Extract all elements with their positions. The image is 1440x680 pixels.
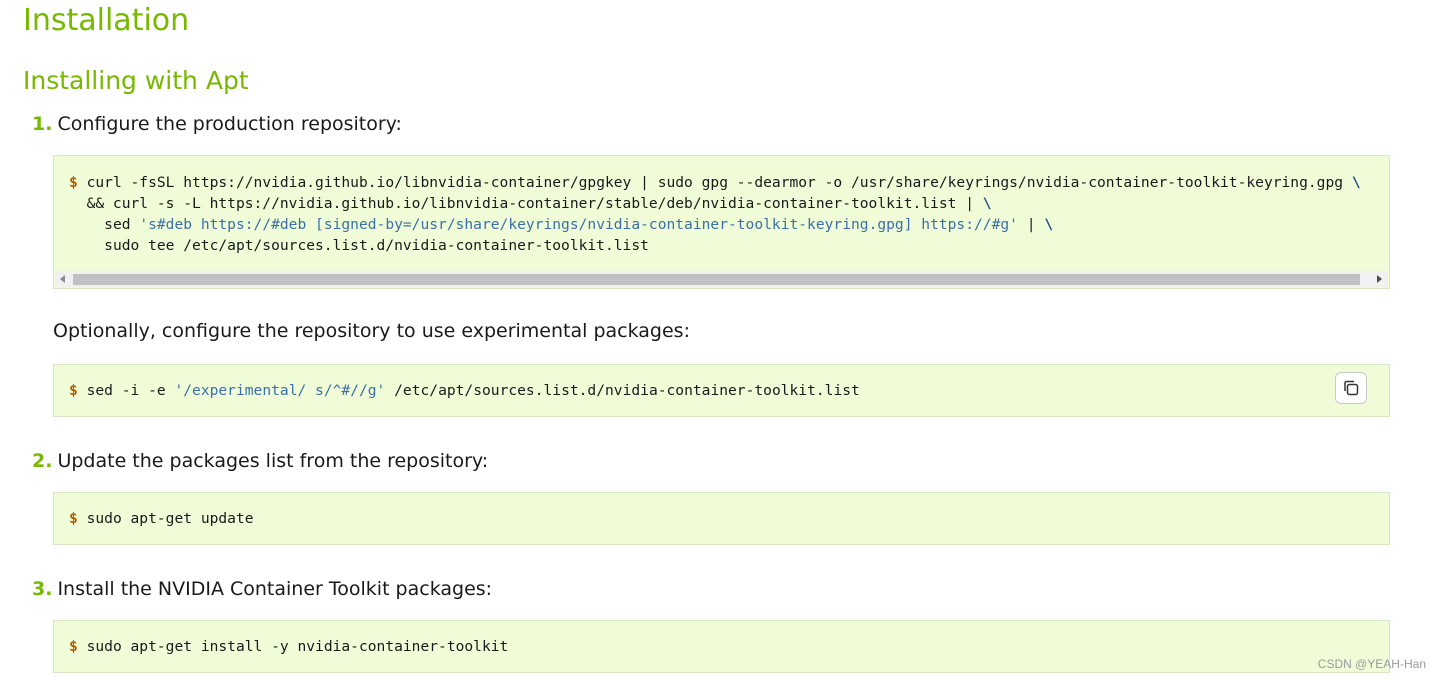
code-text[interactable]: $ curl -fsSL https://nvidia.github.io/li… [69, 172, 1361, 256]
step-2: 2. Update the packages list from the repo… [32, 450, 488, 472]
optional-note: Optionally, configure the repository to … [53, 320, 690, 342]
step-1: 1. Configure the production repository: [32, 113, 402, 135]
step-text: Install the NVIDIA Container Toolkit pac… [57, 578, 493, 600]
copy-icon [1344, 380, 1359, 396]
code-text[interactable]: $ sed -i -e '/experimental/ s/^#//g' /et… [69, 380, 860, 401]
scroll-right-icon[interactable] [1377, 275, 1382, 283]
scrollbar-thumb[interactable] [73, 274, 1360, 285]
step-text: Update the packages list from the reposi… [57, 450, 489, 472]
code-block-configure-repo[interactable]: $ curl -fsSL https://nvidia.github.io/li… [53, 155, 1390, 289]
scroll-left-icon[interactable] [60, 275, 65, 283]
code-block-install-toolkit[interactable]: $ sudo apt-get install -y nvidia-contain… [53, 620, 1390, 673]
code-text[interactable]: $ sudo apt-get update [69, 508, 254, 529]
step-text: Configure the production repository: [57, 113, 402, 135]
code-block-apt-update[interactable]: $ sudo apt-get update [53, 492, 1390, 545]
prompt-symbol: $ [69, 174, 78, 191]
step-number: 3. [32, 578, 53, 600]
code-block-experimental[interactable]: $ sed -i -e '/experimental/ s/^#//g' /et… [53, 364, 1390, 417]
section-title: Installing with Apt [23, 66, 249, 95]
step-3: 3. Install the NVIDIA Container Toolkit p… [32, 578, 492, 600]
copy-button[interactable] [1335, 372, 1367, 404]
watermark: CSDN @YEAH-Han [1317, 657, 1426, 671]
step-number: 1. [32, 113, 53, 135]
step-number: 2. [32, 450, 53, 472]
code-text[interactable]: $ sudo apt-get install -y nvidia-contain… [69, 636, 508, 657]
page-title: Installation [23, 3, 190, 38]
horizontal-scrollbar[interactable] [55, 271, 1388, 287]
